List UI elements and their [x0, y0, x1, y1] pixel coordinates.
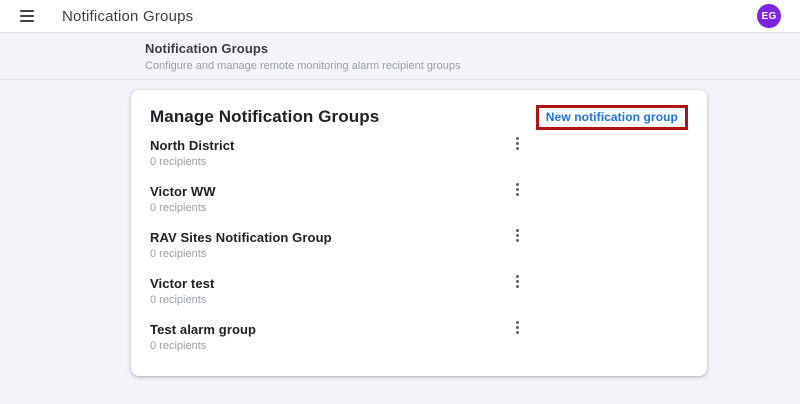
group-recipient-count: 0 recipients — [150, 156, 207, 168]
group-row: Test alarm group 0 recipients — [150, 316, 688, 362]
card-title: Manage Notification Groups — [150, 107, 380, 126]
group-name: Victor WW — [150, 184, 216, 199]
group-recipient-count: 0 recipients — [150, 248, 207, 260]
group-row: North District 0 recipients — [150, 132, 688, 178]
group-row: Victor test 0 recipients — [150, 270, 688, 316]
new-notification-group-button[interactable]: New notification group — [535, 104, 688, 130]
group-name: RAV Sites Notification Group — [150, 230, 332, 245]
group-list: North District 0 recipients Victor WW 0 … — [150, 132, 688, 362]
group-recipient-count: 0 recipients — [150, 294, 207, 306]
group-name: Victor test — [150, 276, 215, 291]
vertical-dots-menu-icon[interactable] — [506, 224, 528, 246]
user-avatar[interactable]: EG — [757, 4, 781, 28]
app-bar: Notification Groups EG — [0, 0, 800, 33]
subheader-title: Notification Groups — [145, 41, 269, 56]
group-name: North District — [150, 138, 235, 153]
vertical-dots-menu-icon[interactable] — [506, 270, 528, 292]
group-row: RAV Sites Notification Group 0 recipient… — [150, 224, 688, 270]
group-recipient-count: 0 recipients — [150, 202, 207, 214]
vertical-dots-menu-icon[interactable] — [506, 132, 528, 154]
menu-icon[interactable] — [20, 10, 34, 22]
page-subheader: Notification Groups Configure and manage… — [0, 33, 800, 80]
app-title: Notification Groups — [62, 7, 194, 25]
vertical-dots-menu-icon[interactable] — [506, 316, 528, 338]
notification-groups-card: Manage Notification Groups New notificat… — [131, 90, 707, 376]
group-row: Victor WW 0 recipients — [150, 178, 688, 224]
subheader-subtitle: Configure and manage remote monitoring a… — [145, 60, 461, 72]
group-name: Test alarm group — [150, 322, 257, 337]
card-header: Manage Notification Groups New notificat… — [150, 104, 688, 130]
vertical-dots-menu-icon[interactable] — [506, 178, 528, 200]
group-recipient-count: 0 recipients — [150, 340, 207, 352]
